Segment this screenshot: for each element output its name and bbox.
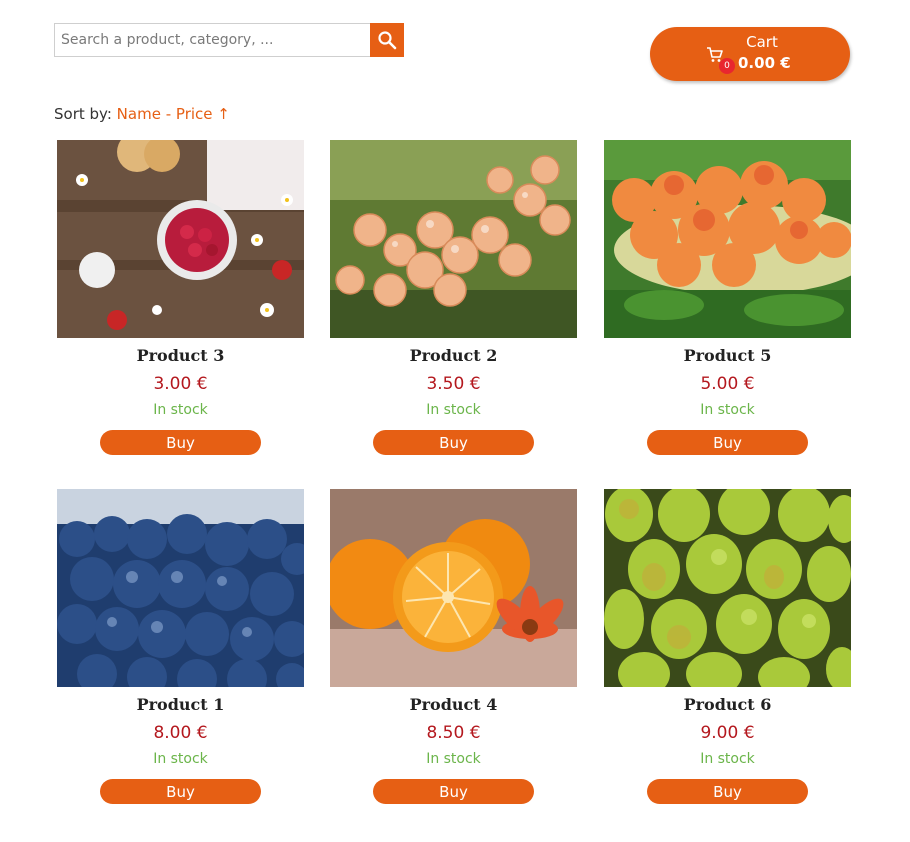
product-image[interactable] [57, 140, 304, 338]
sort-label: Sort by: [54, 105, 112, 123]
oranges-photo [330, 489, 577, 687]
product-price: 8.00 € [153, 723, 208, 743]
buy-button[interactable]: Buy [100, 779, 261, 804]
product-card: Product 6 9.00 € In stock Buy [604, 489, 851, 804]
product-price: 5.00 € [700, 374, 755, 394]
buy-button[interactable]: Buy [373, 430, 534, 455]
product-image[interactable] [604, 489, 851, 687]
search-bar [54, 23, 404, 57]
product-price: 9.00 € [700, 723, 755, 743]
buy-button[interactable]: Buy [647, 430, 808, 455]
currants-photo [330, 140, 577, 338]
cart-count-badge: 0 [719, 58, 735, 74]
product-name[interactable]: Product 2 [330, 346, 577, 365]
product-name[interactable]: Product 4 [330, 695, 577, 714]
sort-by-price-link[interactable]: Price ↑ [176, 105, 230, 123]
raspberries-photo [57, 140, 304, 338]
product-price: 8.50 € [426, 723, 481, 743]
cart-total: 0.00 € [738, 54, 791, 72]
search-input[interactable] [54, 23, 370, 57]
product-name[interactable]: Product 3 [57, 346, 304, 365]
product-image[interactable] [330, 140, 577, 338]
stock-status: In stock [700, 402, 755, 418]
stock-status: In stock [426, 402, 481, 418]
product-price: 3.50 € [426, 374, 481, 394]
product-image[interactable] [604, 140, 851, 338]
product-name[interactable]: Product 1 [57, 695, 304, 714]
product-card: Product 4 8.50 € In stock Buy [330, 489, 577, 804]
cart-title: Cart [746, 33, 778, 51]
stock-status: In stock [700, 751, 755, 767]
product-card: Product 2 3.50 € In stock Buy [330, 140, 577, 455]
product-price: 3.00 € [153, 374, 208, 394]
blueberries-photo [57, 489, 304, 687]
sort-bar: Sort by: Name - Price ↑ [54, 105, 230, 123]
product-card: Product 5 5.00 € In stock Buy [604, 140, 851, 455]
search-icon [378, 31, 397, 50]
stock-status: In stock [426, 751, 481, 767]
buy-button[interactable]: Buy [373, 779, 534, 804]
pears-photo [604, 489, 851, 687]
sort-by-name-link[interactable]: Name [117, 105, 161, 123]
product-card: Product 3 3.00 € In stock Buy [57, 140, 304, 455]
product-name[interactable]: Product 5 [604, 346, 851, 365]
search-button[interactable] [370, 23, 404, 57]
product-image[interactable] [57, 489, 304, 687]
buy-button[interactable]: Buy [647, 779, 808, 804]
product-name[interactable]: Product 6 [604, 695, 851, 714]
stock-status: In stock [153, 751, 208, 767]
stock-status: In stock [153, 402, 208, 418]
apricots-photo [604, 140, 851, 338]
buy-button[interactable]: Buy [100, 430, 261, 455]
product-image[interactable] [330, 489, 577, 687]
cart-button[interactable]: Cart 0 0.00 € [650, 27, 850, 81]
sort-separator: - [165, 105, 172, 123]
product-card: Product 1 8.00 € In stock Buy [57, 489, 304, 804]
